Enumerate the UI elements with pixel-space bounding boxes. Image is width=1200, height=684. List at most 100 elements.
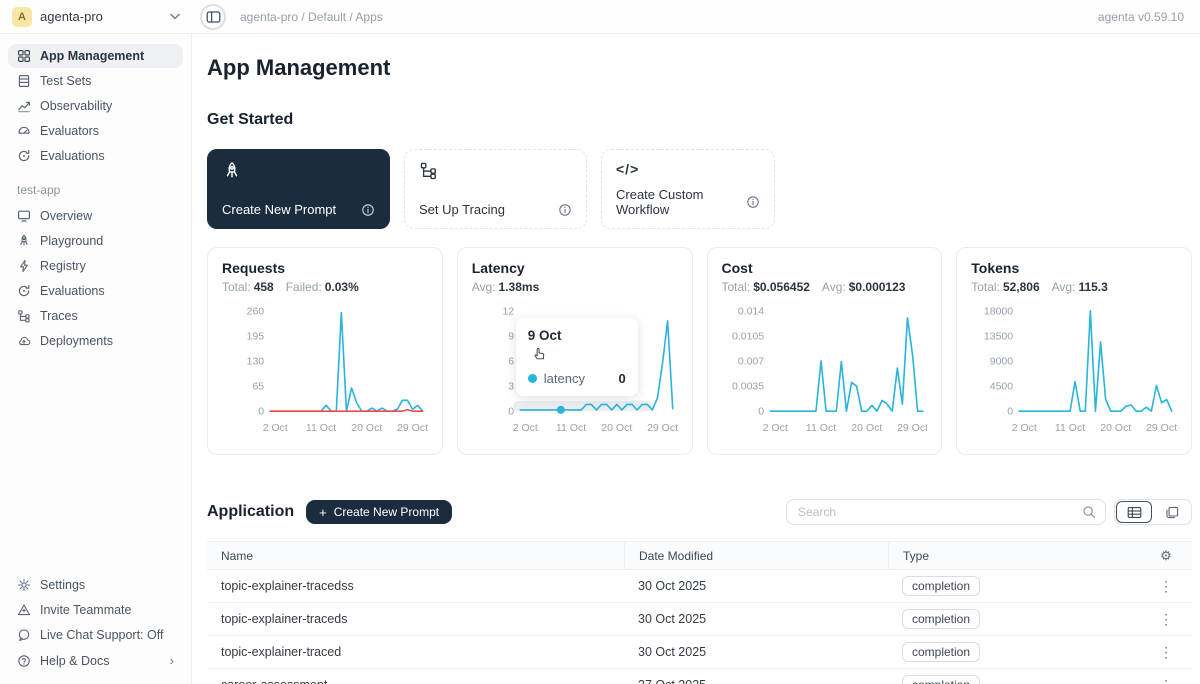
app-name[interactable]: topic-explainer-tracedss	[207, 579, 624, 593]
panel-toggle-icon	[206, 10, 221, 24]
app-name[interactable]: topic-explainer-traced	[207, 645, 624, 659]
svg-text:11 Oct: 11 Oct	[1055, 422, 1085, 434]
column-header-name[interactable]: Name	[207, 542, 624, 569]
sidebar-item-test-sets[interactable]: Test Sets	[8, 69, 183, 93]
sidebar-item-evaluators[interactable]: Evaluators	[8, 119, 183, 143]
create-new-prompt-card[interactable]: Create New Prompt	[207, 149, 390, 229]
info-icon[interactable]	[558, 203, 572, 217]
app-name[interactable]: career-assessment	[207, 678, 624, 684]
chart-title: Cost	[722, 260, 928, 276]
card-label: Create New Prompt	[222, 202, 336, 217]
svg-text:20 Oct: 20 Oct	[851, 422, 882, 434]
sidebar-item-app-management[interactable]: App Management	[8, 44, 183, 68]
requests-line-chart[interactable]: 0651301952602 Oct11 Oct20 Oct29 Oct	[222, 298, 428, 440]
workspace-selector[interactable]: A agenta-pro	[12, 7, 180, 27]
column-header-type[interactable]: Type	[888, 542, 1140, 569]
sidebar-item-overview[interactable]: Overview	[8, 204, 183, 228]
top-bar: A agenta-pro agenta-pro / Default / Apps…	[0, 0, 1200, 34]
breadcrumb[interactable]: agenta-pro / Default / Apps	[240, 10, 383, 24]
search-input[interactable]	[796, 504, 1082, 520]
type-badge: completion	[902, 642, 980, 662]
search-box[interactable]	[786, 499, 1106, 525]
sidebar-item-label: Playground	[40, 234, 103, 248]
table-icon	[17, 74, 31, 88]
svg-text:2 Oct: 2 Oct	[263, 422, 288, 434]
cost-line-chart[interactable]: 00.00350.0070.01050.0142 Oct11 Oct20 Oct…	[722, 298, 928, 440]
sidebar-item-label: Test Sets	[40, 74, 91, 88]
sidebar-item-traces[interactable]: Traces	[8, 304, 183, 328]
refresh-icon	[17, 149, 31, 163]
app-date-modified: 30 Oct 2025	[624, 645, 888, 659]
table-row[interactable]: topic-explainer-tracedss 30 Oct 2025 com…	[207, 570, 1192, 603]
svg-text:11 Oct: 11 Oct	[805, 422, 835, 434]
plus-icon: +	[319, 505, 327, 520]
svg-text:2 Oct: 2 Oct	[762, 422, 787, 434]
chevron-right-icon: ›	[170, 653, 174, 668]
sidebar-item-registry[interactable]: Registry	[8, 254, 183, 278]
sidebar-item-label: Deployments	[40, 334, 113, 348]
trace-tree-icon	[17, 309, 31, 323]
sidebar-toggle-button[interactable]	[200, 4, 226, 30]
sidebar-item-playground[interactable]: Playground	[8, 229, 183, 253]
create-custom-workflow-card[interactable]: </> Create Custom Workflow	[601, 149, 775, 229]
get-started-cards: Create New Prompt Set Up Tracing </> Cre…	[207, 149, 1192, 229]
sidebar-item-evaluations[interactable]: Evaluations	[8, 144, 183, 168]
create-new-prompt-button[interactable]: + Create New Prompt	[306, 500, 452, 524]
gauge-icon	[17, 124, 31, 138]
search-icon[interactable]	[1082, 505, 1096, 519]
code-icon: </>	[616, 161, 760, 177]
svg-text:0.014: 0.014	[737, 305, 763, 317]
tokens-chart-card: Tokens Total:52,806 Avg:115.3 0450090001…	[956, 247, 1192, 455]
svg-text:0.007: 0.007	[737, 355, 763, 367]
chart-title: Latency	[472, 260, 678, 276]
svg-text:29 Oct: 29 Oct	[897, 422, 928, 434]
sidebar-item-label: Observability	[40, 99, 112, 113]
info-icon[interactable]	[746, 195, 760, 209]
sidebar-item-label: Evaluations	[40, 284, 105, 298]
chevron-down-icon	[170, 13, 180, 20]
gear-icon	[17, 578, 31, 592]
table-header: Name Date Modified Type ⚙	[207, 542, 1192, 570]
refresh-icon	[17, 284, 31, 298]
table-settings-gear-icon[interactable]: ⚙	[1160, 548, 1172, 564]
sidebar-item-observability[interactable]: Observability	[8, 94, 183, 118]
monitor-icon	[17, 209, 31, 223]
sidebar-item-label: Traces	[40, 309, 78, 323]
sidebar-item-settings[interactable]: Settings	[8, 573, 183, 597]
svg-text:65: 65	[252, 381, 264, 393]
svg-text:0: 0	[258, 406, 264, 418]
sidebar-item-help-docs[interactable]: Help & Docs ›	[8, 648, 183, 673]
page-title: App Management	[207, 55, 1192, 81]
info-icon[interactable]	[361, 203, 375, 217]
row-menu-kebab-icon[interactable]: ⋮	[1159, 612, 1173, 626]
table-view-button[interactable]	[1116, 501, 1152, 523]
workspace-avatar: A	[12, 7, 32, 27]
app-name[interactable]: topic-explainer-traceds	[207, 612, 624, 626]
table-row[interactable]: career-assessment 27 Oct 2025 completion…	[207, 669, 1192, 684]
workspace-name: agenta-pro	[40, 9, 103, 24]
sidebar-item-deployments[interactable]: Deployments	[8, 329, 183, 353]
svg-text:13500: 13500	[984, 330, 1013, 342]
svg-text:9000: 9000	[990, 355, 1014, 367]
sidebar-item-invite-teammate[interactable]: Invite Teammate	[8, 598, 183, 622]
set-up-tracing-card[interactable]: Set Up Tracing	[404, 149, 587, 229]
chart-title: Requests	[222, 260, 428, 276]
row-menu-kebab-icon[interactable]: ⋮	[1159, 645, 1173, 659]
table-row[interactable]: topic-explainer-traced 30 Oct 2025 compl…	[207, 636, 1192, 669]
sidebar-item-label: App Management	[40, 49, 144, 63]
row-menu-kebab-icon[interactable]: ⋮	[1159, 678, 1173, 684]
svg-text:260: 260	[247, 305, 265, 317]
sidebar-item-project-evaluations[interactable]: Evaluations	[8, 279, 183, 303]
sidebar-item-live-chat[interactable]: Live Chat Support: Off	[8, 623, 183, 647]
card-label: Create Custom Workflow	[616, 187, 746, 217]
cursor-hand-icon	[532, 345, 547, 361]
row-menu-kebab-icon[interactable]: ⋮	[1159, 579, 1173, 593]
stat-total: Total:$0.056452	[722, 280, 810, 294]
column-header-date-modified[interactable]: Date Modified	[624, 542, 888, 569]
tokens-line-chart[interactable]: 04500900013500180002 Oct11 Oct20 Oct29 O…	[971, 298, 1177, 440]
svg-text:20 Oct: 20 Oct	[351, 422, 382, 434]
chart-tooltip: 9 Oct latency 0	[516, 318, 638, 396]
card-view-button[interactable]	[1154, 501, 1190, 523]
table-view-icon	[1127, 506, 1142, 519]
table-row[interactable]: topic-explainer-traceds 30 Oct 2025 comp…	[207, 603, 1192, 636]
